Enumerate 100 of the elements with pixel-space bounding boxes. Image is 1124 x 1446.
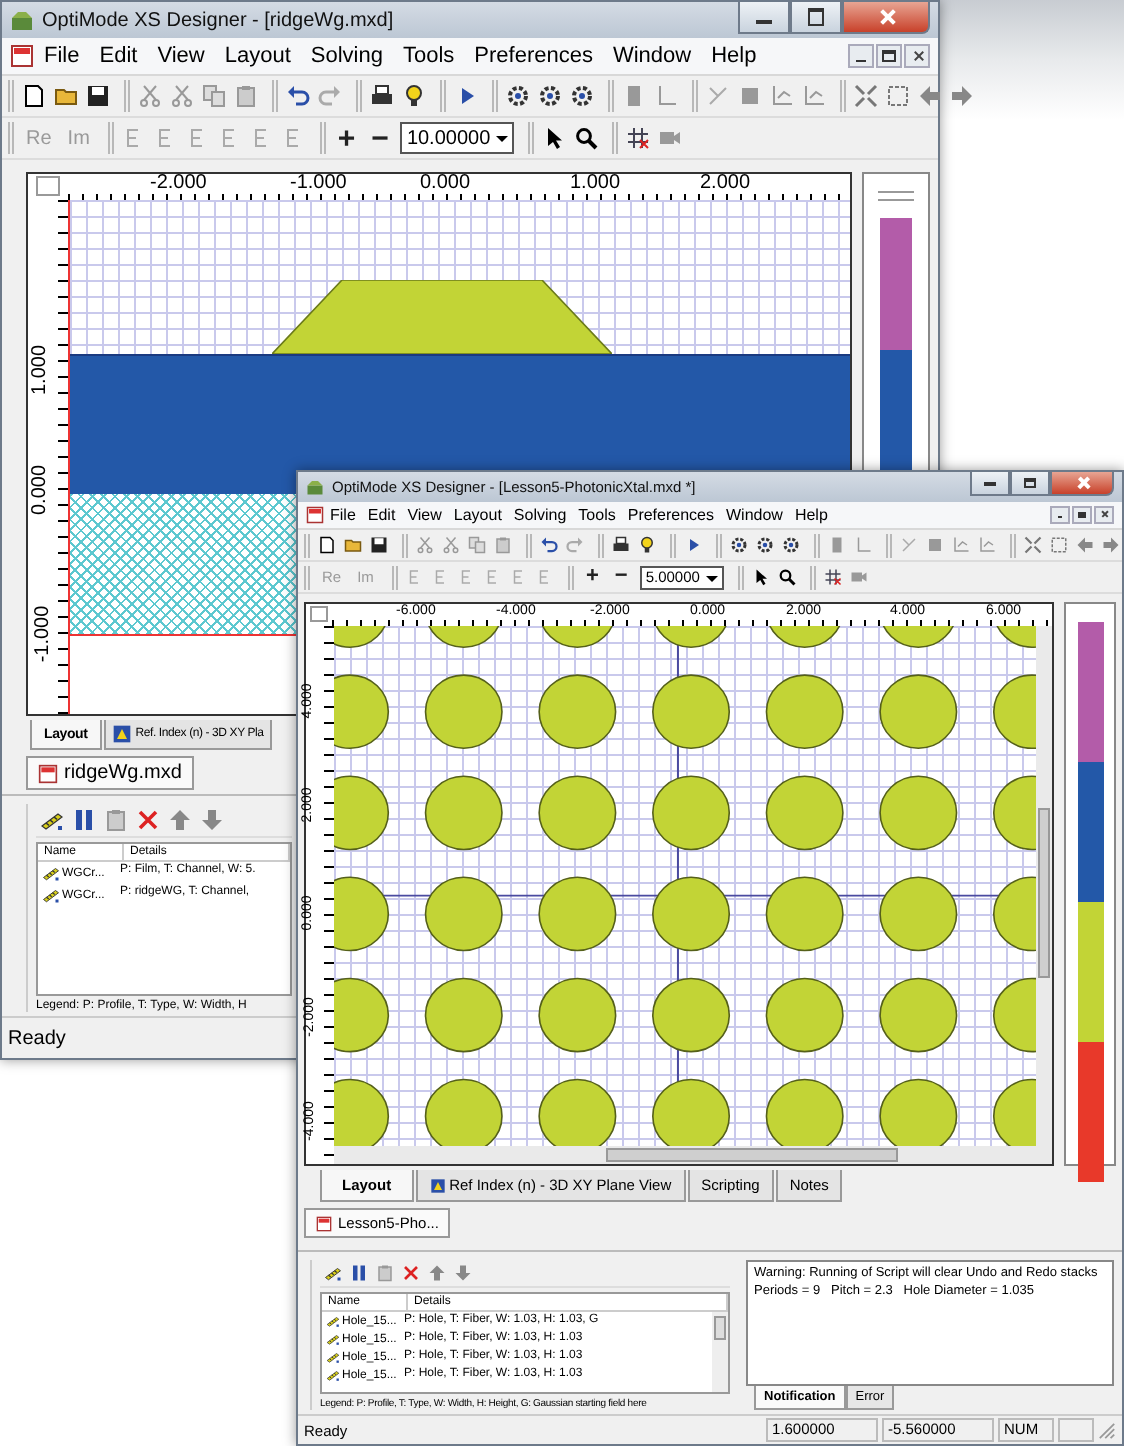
columns-icon[interactable] <box>350 1264 368 1282</box>
open-folder-icon[interactable] <box>344 536 362 554</box>
document-icon[interactable] <box>10 44 34 68</box>
bar-icon[interactable] <box>622 84 646 108</box>
menu-item[interactable]: Edit <box>361 506 402 524</box>
scroll-thumb[interactable] <box>606 1148 898 1162</box>
up-arrow-icon[interactable] <box>428 1264 446 1282</box>
menu-item[interactable]: Edit <box>89 44 148 68</box>
scroll-thumb[interactable] <box>1038 808 1050 979</box>
undo-icon[interactable] <box>286 84 310 108</box>
striped-bar-icon[interactable] <box>42 886 60 904</box>
expand-icon[interactable] <box>886 84 910 108</box>
copy-icon[interactable] <box>202 84 226 108</box>
resize-grip-icon[interactable] <box>1098 1421 1116 1439</box>
chart-icon[interactable] <box>978 536 996 554</box>
paste-icon[interactable] <box>234 84 258 108</box>
down-arrow-icon[interactable] <box>454 1264 472 1282</box>
menu-item[interactable]: Solving <box>300 44 393 68</box>
menu-item[interactable]: Layout <box>214 44 301 68</box>
menu-item[interactable]: Window <box>720 506 789 524</box>
menu-item[interactable]: Window <box>602 44 702 68</box>
new-file-icon[interactable] <box>318 536 336 554</box>
striped-bar-icon[interactable] <box>326 1368 340 1382</box>
camera-icon[interactable] <box>849 568 868 586</box>
expand-icon[interactable] <box>1050 536 1068 554</box>
bar-icon[interactable] <box>828 536 846 554</box>
corner-icon[interactable] <box>654 84 678 108</box>
menu-item[interactable]: Help <box>788 506 834 524</box>
striped-bar-icon[interactable] <box>324 1264 342 1282</box>
save-icon[interactable] <box>370 536 388 554</box>
striped-bar-icon[interactable] <box>326 1314 340 1328</box>
zoom-button[interactable]: + <box>333 123 360 153</box>
shrink-icon[interactable] <box>854 84 878 108</box>
delete-icon[interactable] <box>136 808 160 832</box>
menu-item[interactable]: View <box>147 44 215 68</box>
striped-bar-icon[interactable] <box>40 808 64 832</box>
menu-item[interactable]: File <box>324 506 362 524</box>
grid-icon[interactable] <box>626 126 651 150</box>
minimize-button[interactable] <box>738 2 790 34</box>
menu-item[interactable]: Solving <box>507 506 573 524</box>
triangle-icon[interactable] <box>429 1177 446 1193</box>
chart-icon[interactable] <box>952 536 970 554</box>
triangle-icon[interactable] <box>111 724 132 744</box>
close-button[interactable] <box>842 2 930 34</box>
zoom-button[interactable]: − <box>610 566 632 588</box>
menu-item[interactable]: Preferences <box>621 506 720 524</box>
restore-button[interactable] <box>1072 506 1092 524</box>
close-button[interactable] <box>1094 506 1114 524</box>
up-arrow-icon[interactable] <box>168 808 192 832</box>
new-file-icon[interactable] <box>22 84 46 108</box>
cursor-icon[interactable] <box>542 126 567 150</box>
document-tab[interactable]: ridgeWg.mxd <box>26 756 194 790</box>
zoom-button[interactable]: − <box>367 123 393 153</box>
right-arrow-icon[interactable] <box>1102 536 1120 554</box>
vertical-scrollbar[interactable] <box>712 1312 728 1392</box>
vertical-scrollbar[interactable] <box>1036 626 1052 1146</box>
magnifier-icon[interactable] <box>777 568 796 586</box>
gear-icon[interactable] <box>570 84 594 108</box>
printer-icon[interactable] <box>612 536 630 554</box>
paste-icon[interactable] <box>494 536 512 554</box>
scroll-thumb[interactable] <box>714 1316 726 1340</box>
menu-item[interactable]: View <box>401 506 448 524</box>
menu-item[interactable]: Tools <box>392 44 465 68</box>
cut-icon[interactable] <box>138 84 162 108</box>
play-icon[interactable] <box>684 536 702 554</box>
maximize-button[interactable] <box>790 2 842 34</box>
minimize-button[interactable] <box>1050 506 1070 524</box>
document-icon[interactable] <box>306 506 324 524</box>
menu-item[interactable]: Preferences <box>464 44 603 68</box>
minimize-button[interactable] <box>970 472 1010 496</box>
cut-icon[interactable] <box>416 536 434 554</box>
zoom-button[interactable]: + <box>581 566 603 588</box>
down-arrow-icon[interactable] <box>200 808 224 832</box>
cut-icon[interactable] <box>442 536 460 554</box>
stop-icon[interactable] <box>738 84 762 108</box>
gear-icon[interactable] <box>506 84 530 108</box>
grid-icon[interactable] <box>823 568 842 586</box>
striped-bar-icon[interactable] <box>42 864 60 882</box>
menu-item[interactable]: Help <box>701 44 767 68</box>
horizontal-scrollbar[interactable] <box>334 1146 1052 1164</box>
printer-icon[interactable] <box>370 84 394 108</box>
menu-item[interactable]: Layout <box>447 506 508 524</box>
left-arrow-icon[interactable] <box>1076 536 1094 554</box>
columns-icon[interactable] <box>72 808 96 832</box>
left-arrow-icon[interactable] <box>918 84 942 108</box>
dropdown-arrow-icon[interactable] <box>494 130 511 146</box>
corner-icon[interactable] <box>854 536 872 554</box>
maximize-button[interactable] <box>1010 472 1050 496</box>
close-button[interactable] <box>904 44 930 68</box>
open-folder-icon[interactable] <box>54 84 78 108</box>
document-icon[interactable] <box>316 1215 332 1231</box>
save-icon[interactable] <box>86 84 110 108</box>
zoom-dropdown[interactable]: 10.00000 <box>400 122 515 154</box>
undo-icon[interactable] <box>540 536 558 554</box>
restore-button[interactable] <box>876 44 902 68</box>
lightbulb-icon[interactable] <box>638 536 656 554</box>
chart-icon[interactable] <box>770 84 794 108</box>
gear-icon[interactable] <box>538 84 562 108</box>
striped-bar-icon[interactable] <box>326 1332 340 1346</box>
paste-icon[interactable] <box>376 1264 394 1282</box>
